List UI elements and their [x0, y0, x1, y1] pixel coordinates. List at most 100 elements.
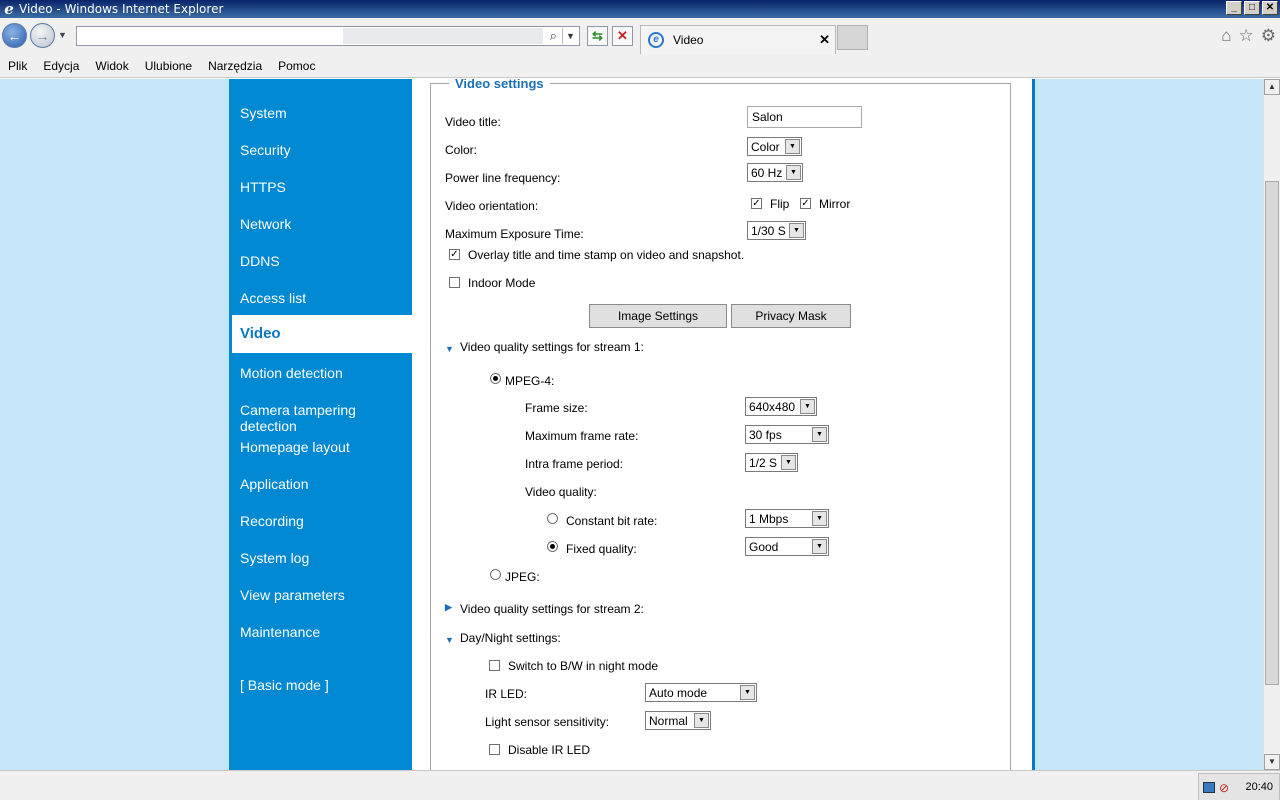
address-dropdown-icon[interactable]: ▼ — [562, 28, 578, 44]
constant-bit-rate-radio[interactable] — [547, 513, 558, 524]
sidebar-item-camera-tampering[interactable]: Camera tampering detection — [240, 402, 412, 434]
sidebar-item-network[interactable]: Network — [240, 216, 291, 232]
menu-favorites[interactable]: Ulubione — [145, 59, 192, 73]
sidebar-item-recording[interactable]: Recording — [240, 513, 304, 529]
intra-frame-period-label: Intra frame period: — [525, 457, 624, 471]
chevron-down-icon: ▼ — [786, 165, 801, 180]
sidebar-item-access-list[interactable]: Access list — [240, 290, 306, 306]
max-exposure-value: 1/30 S — [751, 224, 786, 238]
menu-bar: Plik Edycja Widok Ulubione Narzędzia Pom… — [0, 54, 1280, 78]
ir-led-select[interactable]: Auto mode ▼ — [645, 683, 757, 702]
sidebar-item-security[interactable]: Security — [240, 142, 291, 158]
overlay-label: Overlay title and time stamp on video an… — [468, 248, 745, 262]
chevron-down-icon: ▼ — [694, 713, 709, 728]
history-dropdown-icon[interactable]: ▼ — [58, 30, 67, 40]
sidebar-item-https[interactable]: HTTPS — [240, 179, 286, 195]
sidebar-item-maintenance[interactable]: Maintenance — [240, 624, 320, 640]
bw-night-mode-label: Switch to B/W in night mode — [508, 659, 659, 673]
stream1-label[interactable]: Video quality settings for stream 1: — [460, 340, 644, 354]
fixed-quality-value: Good — [749, 540, 779, 554]
stop-button[interactable]: ✕ — [612, 26, 633, 46]
refresh-button[interactable]: ⇆ — [587, 26, 608, 46]
flip-label: Flip — [770, 197, 790, 211]
sidebar-item-motion-detection[interactable]: Motion detection — [240, 365, 343, 381]
ie-page-icon: e — [648, 32, 664, 48]
video-title-input[interactable]: Salon — [747, 106, 862, 128]
light-sensor-select[interactable]: Normal ▼ — [645, 711, 711, 730]
tab-label: Video — [673, 33, 704, 47]
stream2-label[interactable]: Video quality settings for stream 2: — [460, 602, 644, 616]
constant-bit-rate-select[interactable]: 1 Mbps ▼ — [745, 509, 829, 528]
indoor-mode-checkbox[interactable] — [449, 277, 460, 288]
menu-view[interactable]: Widok — [95, 59, 128, 73]
color-select-value: Color — [751, 140, 780, 154]
forward-button[interactable]: → — [30, 23, 55, 48]
volume-muted-icon[interactable]: ⊘ — [1219, 781, 1229, 795]
disable-ir-led-checkbox[interactable] — [489, 744, 500, 755]
video-orientation-label: Video orientation: — [445, 199, 539, 213]
ie-logo-icon: e — [4, 0, 14, 18]
sidebar-item-video[interactable]: Video — [232, 315, 412, 353]
bw-night-mode-checkbox[interactable] — [489, 660, 500, 671]
max-exposure-select[interactable]: 1/30 S ▼ — [747, 221, 806, 240]
basic-mode-link[interactable]: [ Basic mode ] — [240, 677, 329, 693]
scrollbar-thumb[interactable] — [1265, 181, 1279, 685]
privacy-mask-button[interactable]: Privacy Mask — [731, 304, 851, 328]
sidebar-item-homepage-layout[interactable]: Homepage layout — [240, 439, 350, 455]
video-settings-fieldset: Video settings Video title: Salon Color:… — [430, 79, 1011, 770]
menu-tools[interactable]: Narzędzia — [208, 59, 262, 73]
search-icon[interactable]: ⌕ — [550, 28, 557, 44]
menu-help[interactable]: Pomoc — [278, 59, 315, 73]
menu-edit[interactable]: Edycja — [43, 59, 79, 73]
color-select[interactable]: Color ▼ — [747, 137, 802, 156]
favorites-star-icon[interactable]: ☆ — [1239, 26, 1254, 46]
clock[interactable]: 20:40 — [1245, 781, 1273, 793]
frame-size-select[interactable]: 640x480 ▼ — [745, 397, 817, 416]
menu-file[interactable]: Plik — [8, 59, 27, 73]
maximize-button[interactable]: □ — [1244, 1, 1260, 15]
power-line-frequency-label: Power line frequency: — [445, 171, 561, 185]
sidebar-item-ddns[interactable]: DDNS — [240, 253, 280, 269]
jpeg-radio[interactable] — [490, 569, 501, 580]
frame-size-value: 640x480 — [749, 400, 796, 414]
video-quality-label: Video quality: — [525, 485, 597, 499]
home-icon[interactable]: ⌂ — [1221, 26, 1231, 46]
tab-video[interactable]: e Video ✕ — [640, 25, 836, 54]
image-settings-button[interactable]: Image Settings — [589, 304, 727, 328]
power-line-frequency-select[interactable]: 60 Hz ▼ — [747, 163, 803, 182]
back-button[interactable]: ← — [2, 23, 27, 48]
chevron-down-icon: ▼ — [800, 399, 815, 414]
day-night-label[interactable]: Day/Night settings: — [460, 631, 561, 645]
address-bar[interactable]: ⌕ ▼ — [76, 26, 580, 46]
scroll-up-icon[interactable]: ▲ — [1264, 79, 1280, 95]
intra-frame-period-select[interactable]: 1/2 S ▼ — [745, 453, 798, 472]
mpeg4-radio[interactable] — [490, 373, 501, 384]
new-tab-button[interactable] — [837, 25, 868, 50]
mirror-checkbox[interactable]: ✓ — [800, 198, 811, 209]
collapse-stream1-icon[interactable]: ▼ — [445, 344, 454, 354]
overlay-checkbox[interactable]: ✓ — [449, 249, 460, 260]
fixed-quality-radio[interactable] — [547, 541, 558, 552]
sidebar-item-system-log[interactable]: System log — [240, 550, 309, 566]
fixed-quality-select[interactable]: Good ▼ — [745, 537, 829, 556]
page-viewport: System Security HTTPS Network DDNS Acces… — [0, 79, 1263, 770]
content-border — [1032, 79, 1035, 770]
vertical-scrollbar[interactable]: ▲ ▼ — [1263, 79, 1280, 770]
gear-icon[interactable]: ⚙ — [1261, 26, 1276, 46]
chevron-down-icon: ▼ — [785, 139, 800, 154]
scroll-down-icon[interactable]: ▼ — [1264, 754, 1280, 770]
sidebar-item-application[interactable]: Application — [240, 476, 309, 492]
sidebar-item-system[interactable]: System — [240, 105, 287, 121]
flip-checkbox[interactable]: ✓ — [751, 198, 762, 209]
status-bar: ⊘ 20:40 — [0, 770, 1280, 800]
video-settings-legend: Video settings — [449, 79, 550, 91]
collapse-day-night-icon[interactable]: ▼ — [445, 635, 454, 645]
network-icon[interactable] — [1203, 782, 1215, 793]
minimize-button[interactable]: _ — [1226, 1, 1242, 15]
sidebar-item-view-parameters[interactable]: View parameters — [240, 587, 345, 603]
close-window-button[interactable]: ✕ — [1262, 1, 1278, 15]
expand-stream2-icon[interactable]: ▶ — [445, 602, 452, 613]
close-tab-icon[interactable]: ✕ — [819, 32, 830, 48]
color-label: Color: — [445, 143, 478, 157]
max-frame-rate-select[interactable]: 30 fps ▼ — [745, 425, 829, 444]
